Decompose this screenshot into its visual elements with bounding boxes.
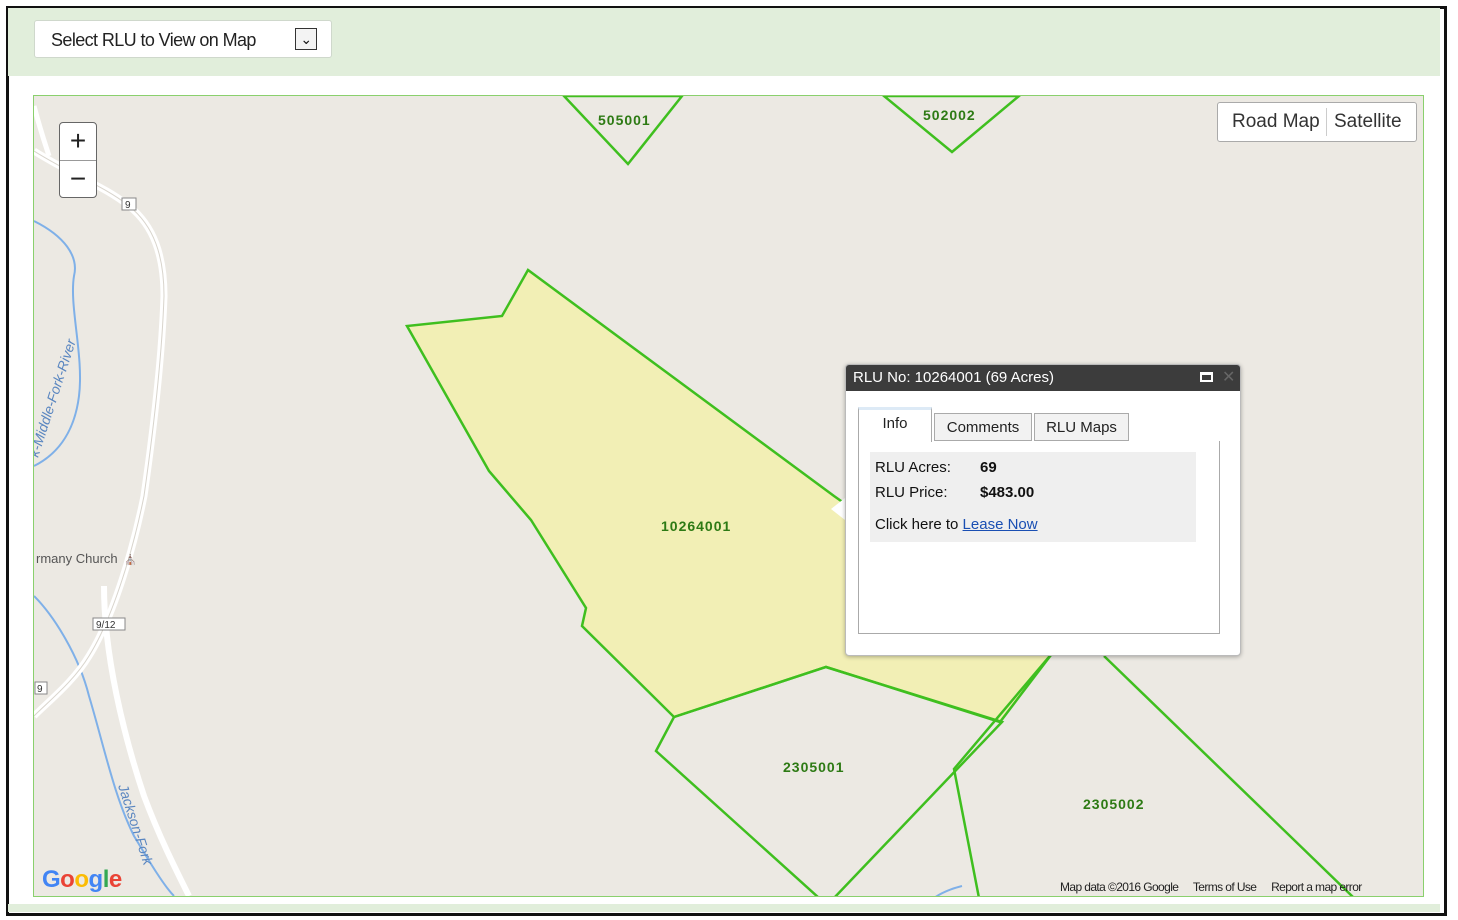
zoom-out-button[interactable]: − <box>60 161 96 198</box>
info-window-title: RLU No: 10264001 (69 Acres) <box>846 365 1240 391</box>
acres-value: 69 <box>980 459 997 476</box>
creek-label: Jackson-Fork <box>115 781 157 868</box>
map-type-control: Road Map Satellite <box>1217 102 1417 142</box>
parcel-label-2305001: 2305001 <box>783 759 845 775</box>
zoom-in-button[interactable]: + <box>60 123 96 161</box>
parcel-label-2305002: 2305002 <box>1083 796 1145 812</box>
rlu-info-box: RLU Acres: 69 RLU Price: $483.00 Click h… <box>870 452 1196 542</box>
map-attribution: Map data ©2016 Google Terms of Use Repor… <box>1060 880 1374 894</box>
logo-letter: e <box>108 866 122 893</box>
report-error-link[interactable]: Report a map error <box>1271 880 1362 894</box>
info-window: RLU No: 10264001 (69 Acres) ✕ Info Comme… <box>845 364 1241 656</box>
info-tab-panel: RLU Acres: 69 RLU Price: $483.00 Click h… <box>858 441 1220 634</box>
price-label: RLU Price: <box>875 484 948 501</box>
map-data-credit: Map data ©2016 Google <box>1060 880 1179 894</box>
river-label: k-Middle-Fork-River <box>34 336 79 459</box>
lease-line: Click here to Lease Now <box>875 516 1038 533</box>
parcel-502002 <box>882 96 1021 154</box>
lease-now-link[interactable]: Lease Now <box>963 516 1038 533</box>
tab-info[interactable]: Info <box>858 407 932 442</box>
terms-of-use-link[interactable]: Terms of Use <box>1193 880 1257 894</box>
lease-prefix: Click here to <box>875 516 959 533</box>
rlu-select-dropdown[interactable]: Select RLU to View on Map ⌄ <box>34 20 332 58</box>
rlu-select-label: Select RLU to View on Map <box>51 30 256 50</box>
satellite-button[interactable]: Satellite <box>1334 111 1402 133</box>
popup-pointer <box>831 498 845 520</box>
maximize-icon[interactable] <box>1200 372 1213 382</box>
tab-comments[interactable]: Comments <box>934 413 1032 441</box>
logo-letter: G <box>42 866 61 893</box>
parcel-505001 <box>562 96 684 166</box>
road-shield-label: 9 <box>125 200 131 211</box>
bottom-strip <box>8 904 1440 912</box>
logo-letter: o <box>60 866 75 893</box>
parcel-label-10264001: 10264001 <box>661 518 731 534</box>
logo-letter: g <box>88 866 104 893</box>
church-icon: ⛪ <box>124 553 136 566</box>
road-map-button[interactable]: Road Map <box>1232 111 1320 133</box>
tab-rlu-maps[interactable]: RLU Maps <box>1034 413 1129 441</box>
acres-label: RLU Acres: <box>875 459 951 476</box>
parcel-label-505001: 505001 <box>598 112 651 128</box>
price-value: $483.00 <box>980 484 1035 501</box>
top-bar: Select RLU to View on Map ⌄ <box>8 8 1440 76</box>
chevron-down-icon[interactable]: ⌄ <box>295 28 317 50</box>
road <box>34 148 168 719</box>
river <box>935 885 963 896</box>
close-icon[interactable]: ✕ <box>1222 367 1235 387</box>
parcel-boundary <box>1103 655 1354 896</box>
parcel-label-502002: 502002 <box>923 107 976 123</box>
church-label: rmany Church <box>36 551 118 566</box>
logo-letter: o <box>74 866 89 893</box>
road-shield-label: 9/12 <box>96 620 116 631</box>
zoom-control: + − <box>59 122 97 198</box>
road-shield-label: 9 <box>37 684 43 695</box>
google-logo[interactable]: Google <box>42 866 122 894</box>
map-area[interactable]: 505001 502002 10264001 2305001 2305002 k… <box>33 95 1424 897</box>
divider <box>1326 108 1327 136</box>
